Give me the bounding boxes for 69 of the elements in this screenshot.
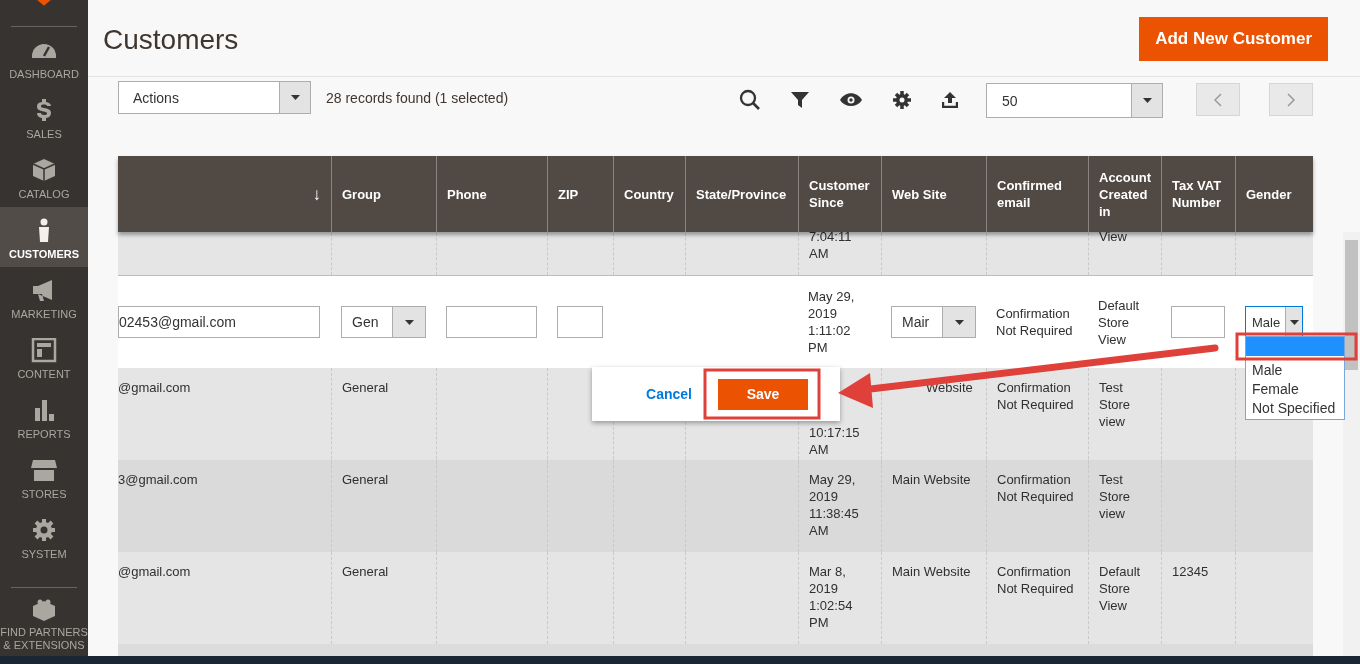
dropdown[interactable]: Gen (341, 306, 426, 338)
page-title: Customers (103, 24, 239, 56)
settings-button[interactable] (893, 90, 911, 109)
filter-icon (791, 91, 809, 108)
table-cell-text: @gmail.com (118, 379, 192, 397)
sidebar-item[interactable]: DASHBOARD (0, 26, 88, 87)
sidebar-item[interactable]: SALES (0, 86, 88, 147)
caret-icon (1142, 98, 1152, 103)
column-header[interactable]: ↓ (118, 156, 331, 232)
chevron-right-icon (1287, 92, 1295, 107)
sidebar-label: MARKETING (11, 308, 77, 322)
input-field[interactable] (1171, 306, 1225, 338)
sidebar-item[interactable]: SYSTEM (0, 507, 88, 568)
search-button[interactable] (739, 89, 760, 110)
upload-button[interactable] (942, 91, 958, 108)
records-count: 28 records found (1 selected) (326, 89, 509, 106)
caret-icon (290, 95, 300, 100)
caret-icon (404, 319, 414, 325)
sidebar-item[interactable]: STORES (0, 447, 88, 508)
sidebar-label: REPORTS (17, 428, 71, 442)
settings-icon (893, 90, 911, 109)
sidebar-item[interactable]: CONTENT (0, 327, 88, 388)
sidebar-label: SYSTEM (21, 548, 67, 562)
table-cell-text: Confirmation Not Required (995, 305, 1074, 340)
sidebar-item[interactable]: MARKETING (0, 267, 88, 328)
table-row[interactable]: 7:04:11 AM View (118, 232, 1313, 276)
sidebar-label: SALES (26, 127, 62, 141)
box-icon (30, 157, 58, 184)
cancel-link[interactable]: Cancel (646, 386, 692, 402)
upload-icon (942, 91, 958, 108)
table-row[interactable]: 3@gmail.com General May 29, 2019 11:38:45 AM Main Website Confirmation Not Required Test Store view (118, 460, 1313, 552)
chevron-left-icon (1214, 92, 1222, 107)
layout-icon (30, 338, 58, 365)
sidebar-label: CATALOG (18, 187, 70, 201)
scrollbar-thumb[interactable] (1345, 240, 1358, 370)
add-new-customer-button[interactable]: Add New Customer (1139, 17, 1328, 61)
scrollbar[interactable] (1343, 232, 1360, 656)
sidebar-item[interactable]: CATALOG (0, 146, 88, 207)
table-cell-text: @gmail.com (118, 563, 192, 581)
previous-page-button[interactable] (1196, 83, 1240, 116)
table-cell-text: 3@gmail.com (118, 471, 199, 489)
sidebar-item[interactable]: CUSTOMERS (0, 206, 88, 267)
table-cell-text: Default Store View (1097, 296, 1141, 349)
per-page-dropdown[interactable]: 50 (986, 83, 1163, 118)
next-page-button[interactable] (1269, 83, 1313, 116)
eye-button[interactable] (840, 92, 862, 107)
actions-dropdown[interactable]: Actions (118, 81, 311, 114)
input-field[interactable] (557, 306, 603, 338)
logo-icon (37, 0, 51, 6)
sidebar-label: FIND PARTNERS & EXTENSIONS (0, 626, 88, 652)
sidebar-item[interactable]: REPORTS (0, 387, 88, 448)
sidebar-label: STORES (21, 488, 67, 502)
dropdown[interactable]: Mair (891, 306, 976, 338)
sidebar-label: CUSTOMERS (8, 248, 80, 261)
search-icon (739, 89, 760, 110)
table-cell-text: May 29, 2019 1:11:02 PM (807, 288, 856, 357)
sidebar-label: CONTENT (17, 368, 71, 382)
input-field[interactable]: 02453@gmail.com (118, 306, 320, 338)
eye-icon (840, 92, 862, 107)
caret-icon (1289, 319, 1299, 325)
save-button[interactable]: Save (718, 378, 808, 410)
sidebar-item[interactable]: FIND PARTNERS & EXTENSIONS (0, 588, 88, 656)
sidebar-label: DASHBOARD (9, 67, 79, 81)
table-cell: View (1088, 228, 1161, 275)
filter-button[interactable] (791, 91, 809, 108)
input-field[interactable] (446, 306, 537, 338)
table-row[interactable]: @gmail.com General Mar 8, 2019 1:02:54 PM Main Website Confirmation Not Required Default Store View 12345 (118, 552, 1313, 644)
caret-icon (954, 319, 964, 325)
table-cell: 7:04:11 AM (798, 228, 881, 275)
